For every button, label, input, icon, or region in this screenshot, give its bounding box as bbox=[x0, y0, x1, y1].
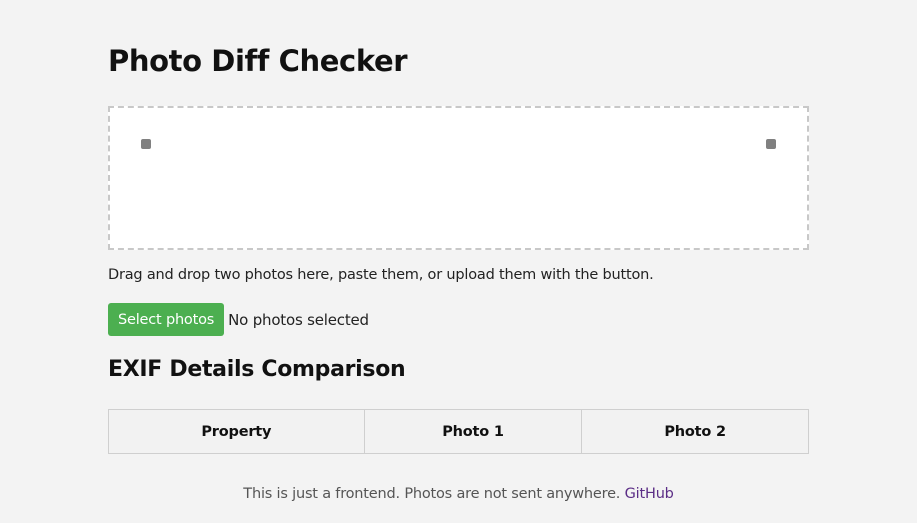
page: Photo Diff Checker Drag and drop two pho… bbox=[0, 0, 917, 523]
upload-row: Select photos No photos selected bbox=[108, 303, 369, 336]
page-title: Photo Diff Checker bbox=[108, 44, 408, 78]
file-selection-status: No photos selected bbox=[228, 310, 369, 329]
column-header-photo-2: Photo 2 bbox=[581, 409, 809, 454]
footer: This is just a frontend. Photos are not … bbox=[0, 486, 917, 502]
photo-2-slot-marker bbox=[766, 139, 776, 149]
footer-text: This is just a frontend. Photos are not … bbox=[243, 486, 621, 502]
exif-comparison-table: Property Photo 1 Photo 2 bbox=[108, 409, 809, 454]
photo-dropzone[interactable] bbox=[108, 106, 809, 250]
dropzone-instructions: Drag and drop two photos here, paste the… bbox=[108, 267, 654, 283]
table-header-row: Property Photo 1 Photo 2 bbox=[108, 409, 809, 454]
select-photos-button[interactable]: Select photos bbox=[108, 303, 225, 336]
column-header-property: Property bbox=[108, 409, 365, 454]
photo-1-slot-marker bbox=[141, 139, 151, 149]
exif-section-title: EXIF Details Comparison bbox=[108, 357, 406, 382]
github-link[interactable]: GitHub bbox=[625, 486, 674, 502]
column-header-photo-1: Photo 1 bbox=[363, 409, 583, 454]
